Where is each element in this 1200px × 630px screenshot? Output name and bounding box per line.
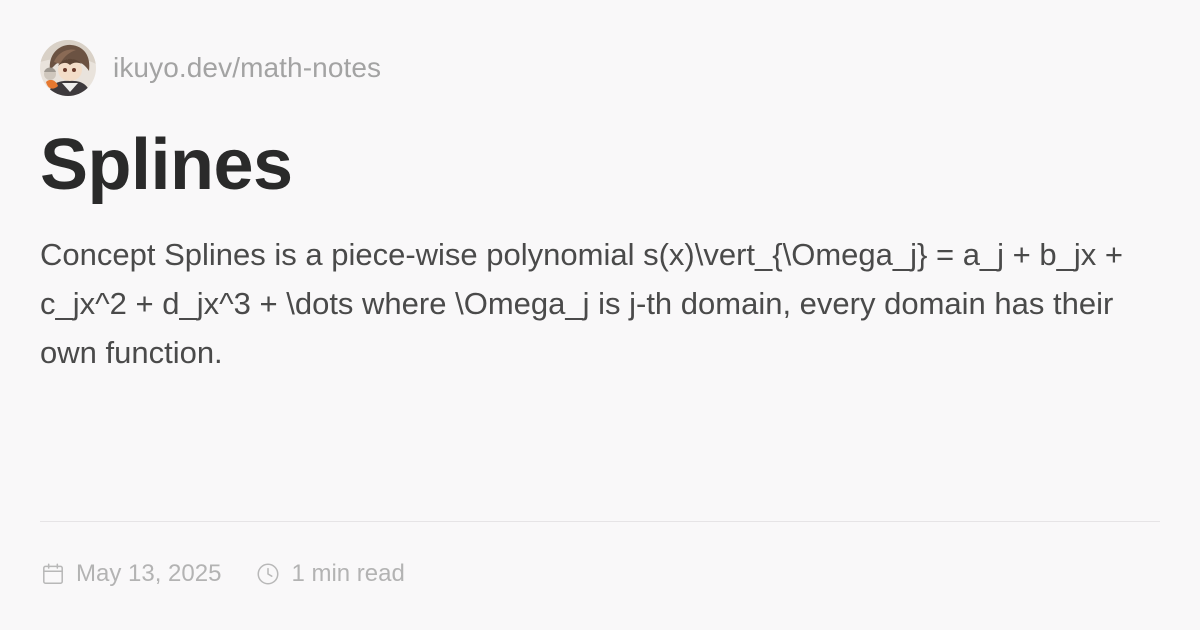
reading-time-text: 1 min read	[291, 560, 405, 587]
avatar	[40, 40, 96, 96]
og-card: ikuyo.dev/math-notes Splines Concept Spl…	[0, 0, 1200, 630]
reading-time: 1 min read	[255, 560, 405, 588]
site-url[interactable]: ikuyo.dev/math-notes	[113, 52, 381, 84]
post-description: Concept Splines is a piece-wise polynomi…	[40, 237, 1123, 370]
calendar-icon	[43, 563, 63, 584]
site-header: ikuyo.dev/math-notes	[40, 40, 381, 96]
divider	[40, 521, 1160, 522]
post-date: May 13, 2025	[40, 560, 221, 588]
clock-icon	[257, 563, 279, 585]
post-meta: May 13, 2025 1 min read	[40, 556, 405, 592]
page-title: Splines	[40, 125, 293, 205]
post-date-text: May 13, 2025	[76, 560, 222, 587]
